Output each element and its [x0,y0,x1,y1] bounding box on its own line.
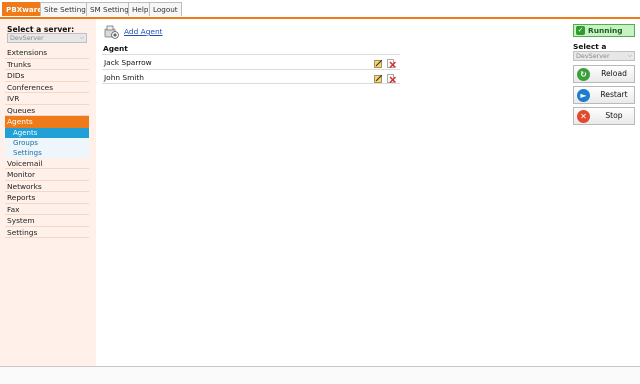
sidebar-item-conferences[interactable]: Conferences [5,82,89,93]
main-content: Add Agent Agent Jack Sparrow John Smith [96,19,560,366]
agent-name: John Smith [104,73,144,82]
edit-icon[interactable] [374,73,383,83]
sidebar: Select a server: DevServer ⌵ Extensions … [0,19,96,366]
sidebar-item-voicemail[interactable]: Voicemail [5,158,89,169]
add-agent-link[interactable]: Add Agent [124,27,163,36]
sidebar-item-trunks[interactable]: Trunks [5,59,89,70]
delete-icon[interactable] [387,73,397,84]
footer-bar [0,366,640,384]
edit-icon[interactable] [374,58,383,68]
sidebar-item-monitor[interactable]: Monitor [5,169,89,181]
status-text: Running [588,26,623,35]
add-agent-icon[interactable] [104,25,119,39]
delete-icon[interactable] [387,58,397,69]
chevron-down-icon: ⌵ [79,34,84,41]
sidebar-item-fax[interactable]: Fax [5,204,89,215]
sidebar-item-extensions[interactable]: Extensions [5,47,89,59]
server-select[interactable]: DevServer ⌵ [7,33,87,43]
sidebar-item-queues[interactable]: Queues [5,105,89,116]
sidebar-item-ivr[interactable]: IVR [5,93,89,105]
restart-button[interactable]: ► Restart [573,86,635,104]
check-icon: ✓ [576,26,585,35]
submenu-item-groups[interactable]: Groups [5,137,89,148]
reload-icon: ↻ [577,68,590,81]
server-select-right[interactable]: DevServer ⌵ [573,51,635,61]
stop-icon: ✕ [577,110,590,123]
agent-column-header: Agent [103,44,128,53]
reload-button[interactable]: ↻ Reload [573,65,635,83]
sidebar-item-dids[interactable]: DIDs [5,70,89,82]
sidebar-item-system[interactable]: System [5,215,89,227]
sidebar-item-networks[interactable]: Networks [5,181,89,192]
chevron-down-icon: ⌵ [627,52,632,59]
sidebar-menu: Extensions Trunks DIDs Conferences IVR Q… [5,47,89,238]
status-badge: ✓ Running [573,24,635,37]
server-select-value: DevServer [10,34,44,42]
submenu-item-agents[interactable]: Agents [5,127,89,138]
sidebar-item-reports[interactable]: Reports [5,192,89,204]
agent-name: Jack Sparrow [104,58,152,67]
tab-logout[interactable]: Logout [149,2,182,16]
table-row: Jack Sparrow [102,54,400,69]
sidebar-item-settings[interactable]: Settings [5,227,89,238]
top-navigation: PBXware Site Settings SM Settings Help L… [0,0,640,19]
server-control-panel: ✓ Running Select a server: DevServer ⌵ ↻… [568,19,638,366]
server-select-value: DevServer [576,52,610,60]
sidebar-item-agents[interactable]: Agents [5,116,89,128]
stop-button[interactable]: ✕ Stop [573,107,635,125]
agent-table: Jack Sparrow John Smith [102,54,400,84]
restart-icon: ► [577,89,590,102]
table-row: John Smith [102,69,400,84]
submenu-item-settings[interactable]: Settings [5,147,89,158]
